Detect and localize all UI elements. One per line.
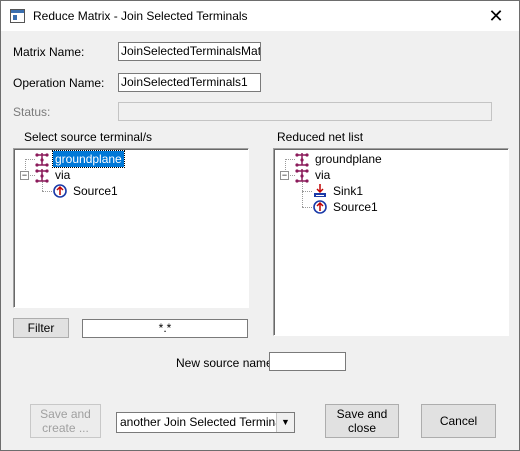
source-terminal-icon: [53, 184, 67, 198]
save-and-close-button[interactable]: Save and close: [325, 404, 399, 438]
net-node-icon: [35, 153, 49, 167]
source-terminals-tree[interactable]: groundplane − via Source1: [13, 148, 249, 308]
tree-item-label: groundplane: [52, 150, 125, 168]
save-and-create-line1: Save and: [40, 407, 91, 421]
sink-terminal-icon: [314, 184, 326, 197]
filter-button[interactable]: Filter: [13, 318, 69, 338]
chevron-down-icon[interactable]: ▼: [276, 413, 294, 432]
operation-type-value: another Join Selected Terminals: [120, 415, 291, 429]
save-and-close-line1: Save and: [336, 407, 388, 421]
reduced-net-list-label: Reduced net list: [277, 130, 364, 144]
operation-name-field[interactable]: JoinSelectedTerminals1: [118, 73, 261, 92]
window-title: Reduce Matrix - Join Selected Terminals: [33, 9, 248, 23]
filter-field[interactable]: *.*: [82, 319, 248, 338]
status-field: [118, 102, 492, 121]
tree-item-label: Source1: [73, 184, 118, 198]
reduced-net-list-tree[interactable]: groundplane − via Sink1 Source1: [273, 148, 509, 336]
save-and-close-line2: close: [347, 421, 376, 435]
title-bar[interactable]: Reduce Matrix - Join Selected Terminals …: [1, 1, 519, 31]
dialog-window: Reduce Matrix - Join Selected Terminals …: [0, 0, 520, 451]
net-node-icon: [295, 153, 309, 167]
status-label: Status:: [13, 105, 51, 119]
matrix-name-field[interactable]: JoinSelectedTerminalsMatrix1: [118, 42, 261, 61]
tree-item-label: Source1: [333, 200, 378, 214]
net-node-icon: [35, 169, 49, 183]
collapse-icon[interactable]: −: [20, 171, 29, 180]
new-source-name-field[interactable]: [269, 352, 346, 371]
save-and-create-line2: create ...: [42, 421, 89, 435]
tree-item-label: groundplane: [315, 152, 382, 166]
tree-item-label: via: [55, 168, 71, 182]
cancel-button[interactable]: Cancel: [421, 404, 496, 438]
collapse-icon[interactable]: −: [280, 171, 289, 180]
net-node-icon: [295, 169, 309, 183]
matrix-name-label: Matrix Name:: [13, 45, 85, 59]
new-source-name-label: New source name:: [176, 356, 277, 370]
source-terminals-label: Select source terminal/s: [24, 130, 153, 144]
source-terminal-icon: [313, 200, 327, 214]
operation-name-label: Operation Name:: [13, 76, 105, 90]
save-and-create-button[interactable]: Save and create ...: [30, 404, 101, 438]
tree-item-label: via: [315, 168, 331, 182]
close-icon[interactable]: ✕: [473, 1, 519, 31]
tree-item-label: Sink1: [333, 184, 364, 198]
operation-type-select[interactable]: another Join Selected Terminals ▼: [116, 412, 295, 433]
app-window-icon: [10, 9, 25, 23]
